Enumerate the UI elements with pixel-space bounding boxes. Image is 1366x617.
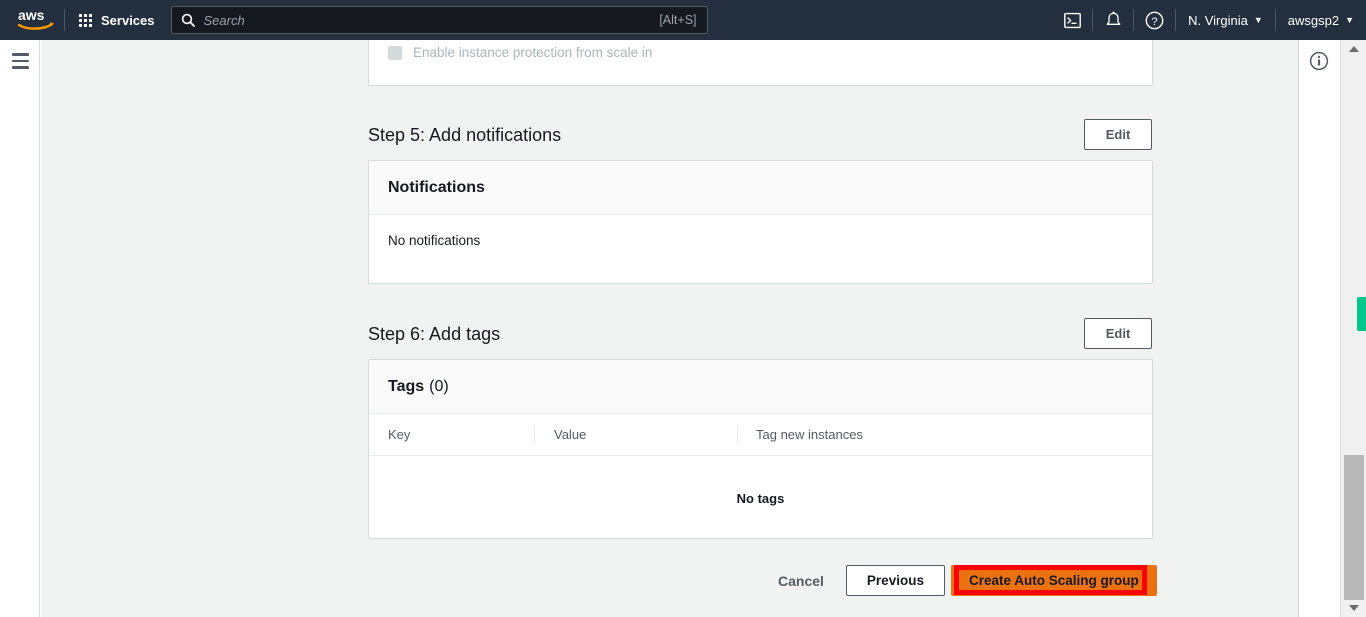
account-menu[interactable]: awsgsp2 ▼: [1276, 0, 1366, 40]
tags-empty-text: No tags: [736, 490, 785, 506]
column-header-tag-new-instances: Tag new instances: [756, 427, 863, 442]
services-menu-button[interactable]: Services: [65, 0, 167, 40]
top-navigation-bar: aws Services Search [Alt+S] ? N. Virgini…: [0, 0, 1366, 40]
scrollbar-thumb[interactable]: [1344, 455, 1364, 600]
main-content-area: Enable instance protection from scale in…: [41, 40, 1298, 617]
info-panel-rail: [1298, 40, 1340, 617]
step4-panel-tail: Enable instance protection from scale in: [368, 40, 1153, 86]
svg-text:?: ?: [1152, 16, 1158, 28]
create-auto-scaling-group-button[interactable]: Create Auto Scaling group: [950, 565, 1157, 596]
tags-panel-title: Tags: [388, 377, 425, 395]
notifications-panel: Notifications No notifications: [368, 160, 1153, 284]
help-button[interactable]: ?: [1134, 0, 1175, 40]
tags-empty-row: No tags: [369, 456, 1152, 540]
grid-icon: [79, 13, 92, 27]
column-divider: [737, 425, 738, 445]
help-circle-icon: ?: [1145, 11, 1164, 29]
account-label: awsgsp2: [1287, 12, 1340, 28]
tags-panel-header: Tags (0): [369, 360, 1152, 414]
chevron-down-icon: ▼: [1345, 14, 1354, 25]
notifications-empty-text: No notifications: [388, 233, 481, 248]
column-header-value: Value: [554, 427, 587, 442]
instance-protection-checkbox[interactable]: [388, 45, 402, 60]
scrollbar-green-marker: [1357, 297, 1366, 331]
svg-text:aws: aws: [18, 8, 45, 23]
cancel-button[interactable]: Cancel: [756, 573, 846, 589]
cloudshell-icon: [1063, 12, 1081, 28]
search-input[interactable]: Search [Alt+S]: [170, 6, 708, 34]
instance-protection-checkbox-row[interactable]: Enable instance protection from scale in: [388, 45, 652, 60]
chevron-down-icon: ▼: [1253, 14, 1263, 25]
tags-table-header-row: Key Value Tag new instances: [369, 414, 1152, 456]
tags-panel: Tags (0) Key Value Tag new instances No …: [368, 359, 1153, 539]
notifications-panel-title: Notifications: [388, 178, 485, 196]
step6-heading: Step 6: Add tags: [368, 324, 501, 344]
tags-count: (0): [429, 377, 449, 395]
search-placeholder: Search: [203, 12, 245, 28]
info-circle-icon[interactable]: [1309, 51, 1329, 71]
aws-logo[interactable]: aws: [8, 0, 64, 40]
search-shortcut-hint: [Alt+S]: [659, 13, 697, 27]
region-label: N. Virginia: [1188, 12, 1248, 28]
column-header-key: Key: [388, 427, 411, 442]
step5-heading: Step 5: Add notifications: [368, 125, 562, 145]
bell-icon: [1106, 11, 1120, 25]
search-icon: [181, 13, 195, 27]
step6-edit-button[interactable]: Edit: [1084, 318, 1152, 349]
left-navigation-rail: [0, 40, 40, 617]
nav-right-group: ? N. Virginia ▼ awsgsp2 ▼: [1052, 0, 1366, 40]
page-body: Enable instance protection from scale in…: [0, 40, 1366, 617]
vertical-scrollbar[interactable]: [1340, 40, 1366, 617]
scroll-down-arrow-icon[interactable]: [1341, 599, 1366, 617]
instance-protection-label: Enable instance protection from scale in: [413, 45, 653, 60]
previous-button[interactable]: Previous: [845, 565, 945, 596]
hamburger-menu-icon[interactable]: [12, 53, 29, 69]
scroll-up-arrow-icon[interactable]: [1341, 40, 1366, 58]
cloudshell-button[interactable]: [1052, 0, 1092, 40]
notifications-button[interactable]: [1093, 0, 1133, 40]
region-selector[interactable]: N. Virginia ▼: [1176, 0, 1275, 40]
step5-edit-button[interactable]: Edit: [1084, 119, 1152, 150]
column-divider: [534, 425, 535, 445]
wizard-footer-buttons: Cancel Previous Create Auto Scaling grou…: [756, 565, 1157, 596]
services-label: Services: [101, 12, 155, 28]
notifications-panel-header: Notifications: [369, 161, 1152, 215]
